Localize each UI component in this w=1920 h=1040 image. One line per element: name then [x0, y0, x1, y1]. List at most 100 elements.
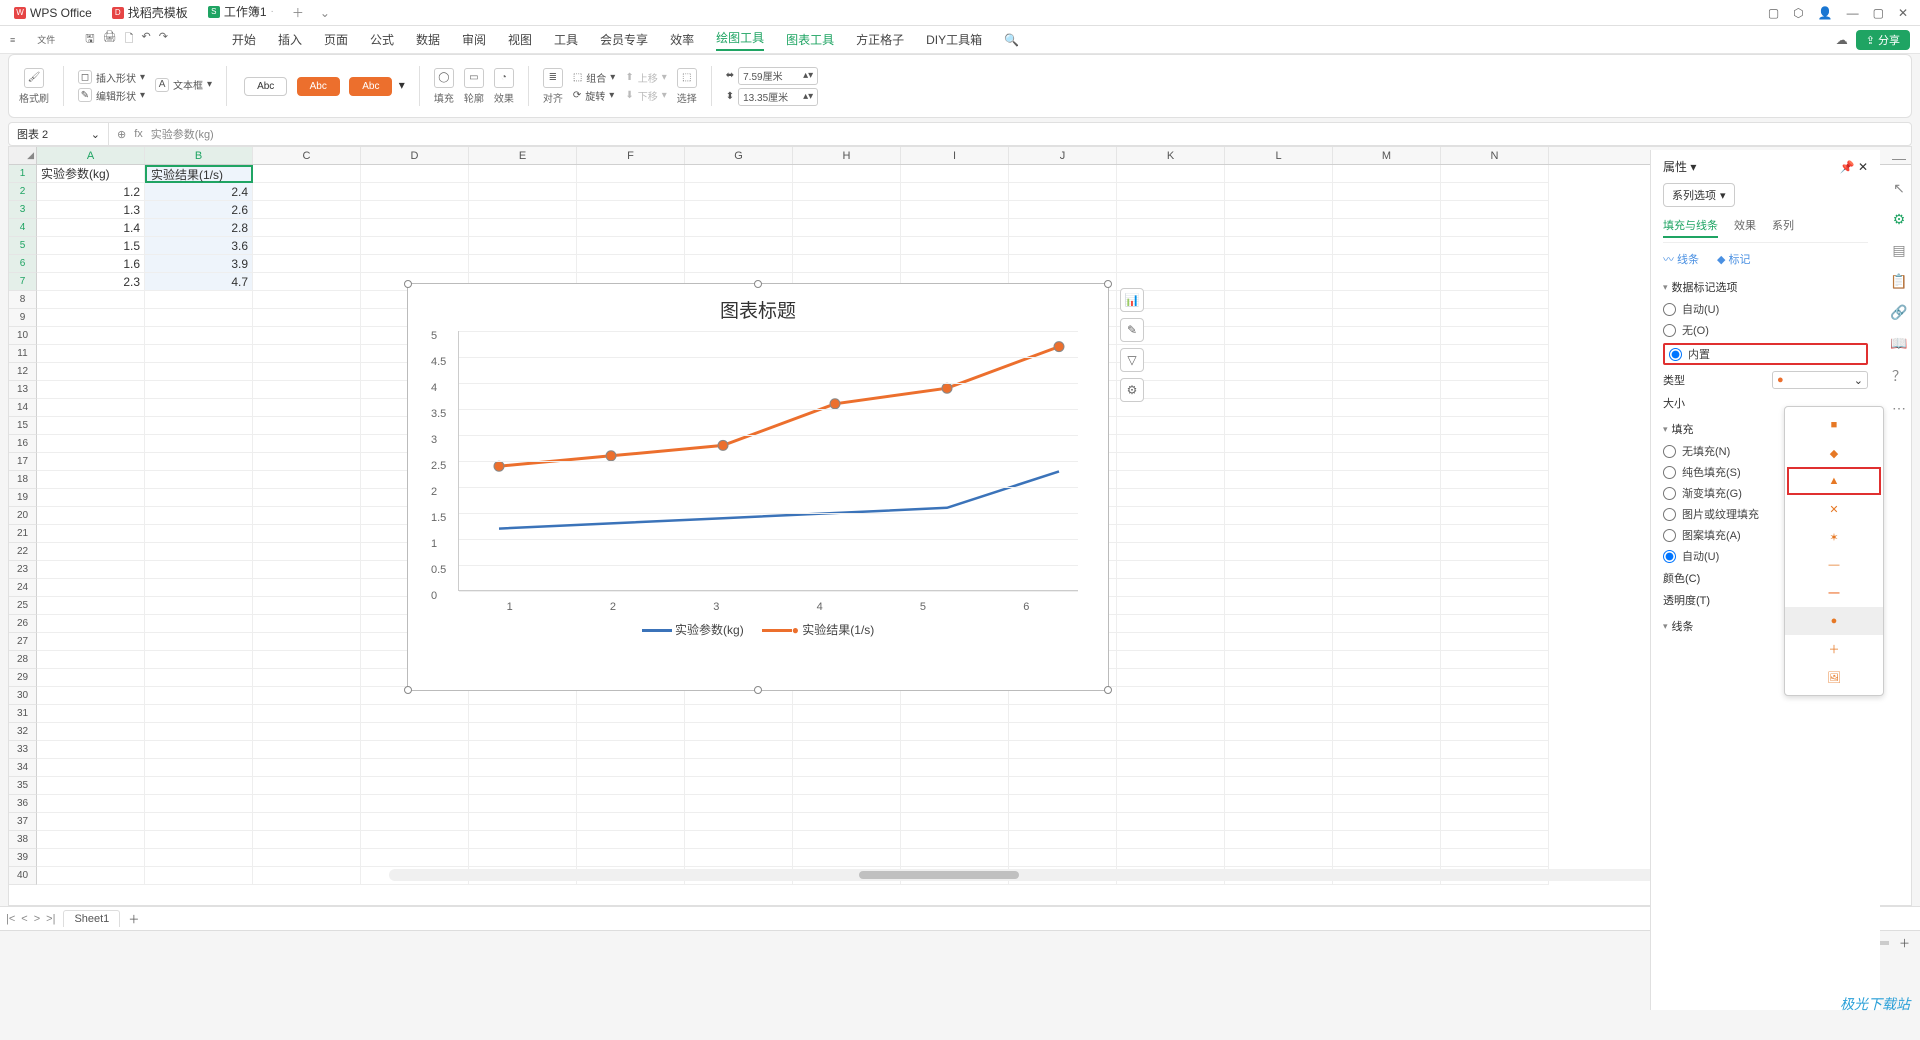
tab-formula[interactable]: 公式 [370, 31, 394, 48]
insert-shape-button[interactable]: ◻插入形状 ▾ [78, 70, 145, 85]
horizontal-scrollbar[interactable] [389, 869, 1861, 881]
chart-plot-area[interactable]: 00.511.522.533.544.55 [458, 331, 1078, 591]
chevron-down-icon[interactable]: ⌄ [91, 128, 100, 141]
prev-sheet-icon[interactable]: < [21, 913, 27, 925]
undo-icon[interactable]: ↶ [141, 30, 150, 49]
height-input[interactable]: ⬍ 13.35厘米▴▾ [726, 88, 818, 106]
name-box[interactable]: 图表 2⌄ [9, 123, 109, 145]
radio-auto[interactable]: 自动(U) [1663, 301, 1868, 317]
new-tab-button[interactable]: ＋ [284, 4, 312, 21]
chart-elements-icon[interactable]: 📊 [1120, 288, 1144, 312]
tab-list-button[interactable]: ⌄ [312, 6, 338, 20]
marker-type-dropdown[interactable]: ■ ◆ ▲ ✕ ✶ — — ● ＋ 🖼 [1784, 406, 1884, 696]
tab-insert[interactable]: 插入 [278, 31, 302, 48]
save-icon[interactable]: 🖫 [85, 30, 94, 49]
prop-tab-series[interactable]: 系列 [1772, 217, 1794, 238]
group-button[interactable]: ⬚ 组合 ▾ [573, 70, 615, 85]
series-options-dropdown[interactable]: 系列选项 ▾ [1663, 183, 1735, 207]
marker-triangle[interactable]: ▲ [1787, 467, 1881, 495]
tab-efficiency[interactable]: 效率 [670, 31, 694, 48]
chart-legend[interactable]: 实验参数(kg) ● 实验结果(1/s) [408, 621, 1108, 638]
menu-file[interactable]: 文件 [37, 33, 55, 46]
tab-template[interactable]: D找稻壳模板 [102, 0, 198, 25]
tab-wps[interactable]: WWPS Office [4, 0, 102, 25]
fx-cancel[interactable]: ⊕ [117, 128, 126, 141]
add-sheet-button[interactable]: ＋ [128, 911, 139, 927]
move-up-button[interactable]: ⬆ 上移 ▾ [625, 70, 666, 85]
col-header[interactable]: D [361, 147, 469, 164]
share-button[interactable]: ⇪ 分享 [1856, 30, 1910, 50]
shape-styles[interactable]: Abc Abc Abc ▾ [241, 74, 405, 99]
close-icon[interactable]: · [271, 6, 274, 17]
marker-picture[interactable]: 🖼 [1785, 663, 1883, 691]
tab-workbook[interactable]: S工作簿1· [198, 0, 284, 25]
col-header[interactable]: L [1225, 147, 1333, 164]
marker-circle[interactable]: ● [1785, 607, 1883, 635]
radio-builtin[interactable]: 内置 [1663, 343, 1868, 365]
layers-icon[interactable]: ▤ [1892, 242, 1905, 259]
col-header[interactable]: F [577, 147, 685, 164]
style-abc-1[interactable]: Abc [244, 77, 287, 96]
prop-tab-fill-line[interactable]: 填充与线条 [1663, 217, 1718, 238]
next-sheet-icon[interactable]: > [34, 913, 40, 925]
window-close-icon[interactable]: ✕ [1898, 6, 1908, 20]
style-abc-2[interactable]: Abc [297, 77, 340, 96]
settings-icon[interactable]: ⚙ [1893, 211, 1906, 228]
zoom-in-icon[interactable]: ＋ [1899, 935, 1910, 951]
redo-icon[interactable]: ↷ [159, 30, 168, 49]
chart-filter-icon[interactable]: ▽ [1120, 348, 1144, 372]
col-header[interactable]: I [901, 147, 1009, 164]
maximize-icon[interactable]: ▢ [1873, 6, 1884, 20]
type-select[interactable]: ●⌄ [1772, 371, 1868, 389]
col-header[interactable]: G [685, 147, 793, 164]
marker-diamond[interactable]: ◆ [1785, 439, 1883, 467]
style-abc-3[interactable]: Abc [349, 77, 392, 96]
tab-view[interactable]: 视图 [508, 31, 532, 48]
help-icon[interactable]: ？ [1892, 366, 1906, 386]
select-all-corner[interactable]: ◢ [9, 147, 37, 164]
cursor-icon[interactable]: ↖ [1893, 180, 1905, 197]
marker-dash[interactable]: — [1785, 551, 1883, 579]
print-icon[interactable]: 🖨 [103, 30, 117, 49]
tab-page[interactable]: 页面 [324, 31, 348, 48]
cloud-icon[interactable]: ☁ [1836, 33, 1848, 47]
sheet-tab[interactable]: Sheet1 [63, 910, 120, 927]
col-header[interactable]: C [253, 147, 361, 164]
col-header[interactable]: K [1117, 147, 1225, 164]
align-button[interactable]: ≣对齐 [543, 68, 563, 105]
select-button[interactable]: ⬚选择 [677, 68, 697, 105]
chart-style-icon[interactable]: ✎ [1120, 318, 1144, 342]
search-icon[interactable]: 🔍 [1004, 33, 1019, 47]
tab-review[interactable]: 审阅 [462, 31, 486, 48]
formula-text[interactable]: 实验参数(kg) [151, 126, 214, 142]
width-input[interactable]: ⬌ 7.59厘米▴▾ [726, 67, 818, 85]
panel-close-icon[interactable]: ✕ [1858, 160, 1868, 174]
cube-icon[interactable]: ⬡ [1793, 6, 1803, 20]
tab-member[interactable]: 会员专享 [600, 31, 648, 48]
window-layout-icon[interactable]: ▢ [1768, 6, 1779, 20]
marker-square[interactable]: ■ [1785, 411, 1883, 439]
col-header[interactable]: N [1441, 147, 1549, 164]
spreadsheet-grid[interactable]: ◢ A B C D E F G H I J K L M N 1实验参数(kg)实… [8, 146, 1912, 906]
col-header[interactable]: E [469, 147, 577, 164]
marker-bar[interactable]: — [1785, 579, 1883, 607]
rotate-button[interactable]: ⟳ 旋转 ▾ [573, 88, 615, 103]
textbox-button[interactable]: A文本框 ▾ [155, 77, 212, 92]
tab-diy[interactable]: DIY工具箱 [926, 31, 982, 48]
fill-button[interactable]: ◯填充 [434, 68, 454, 105]
format-brush[interactable]: 🖌格式刷 [19, 68, 49, 105]
menu-hamburger[interactable]: ≡ [10, 35, 15, 45]
outline-button[interactable]: ▭轮廓 [464, 68, 484, 105]
style-more[interactable]: ▾ [399, 78, 405, 92]
preview-icon[interactable]: 🗋 [125, 30, 134, 49]
tab-tools[interactable]: 工具 [554, 31, 578, 48]
edit-shape-button[interactable]: ✎编辑形状 ▾ [78, 88, 145, 103]
link-icon[interactable]: 🔗 [1890, 304, 1907, 321]
effect-button[interactable]: ◔效果 [494, 68, 514, 105]
subtab-marker[interactable]: ◆ 标记 [1717, 251, 1750, 267]
marker-plus[interactable]: ＋ [1785, 635, 1883, 663]
minimize-icon[interactable]: — [1847, 6, 1859, 20]
subtab-line[interactable]: 〰 线条 [1663, 251, 1699, 267]
pin-icon[interactable]: 📌 [1840, 160, 1855, 174]
marker-section-title[interactable]: 数据标记选项 [1663, 279, 1868, 295]
